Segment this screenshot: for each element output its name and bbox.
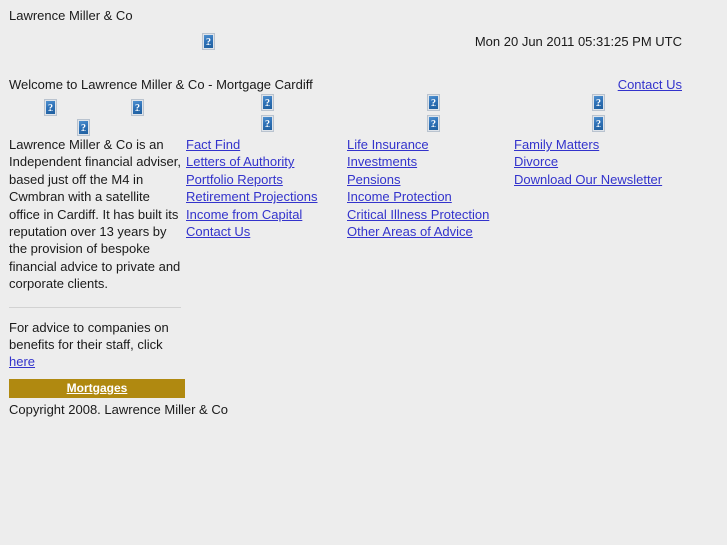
broken-image-inner: ? xyxy=(204,35,213,48)
broken-image-icon[interactable]: ? xyxy=(131,99,144,116)
contact-us-top-link[interactable]: Contact Us xyxy=(618,77,682,92)
broken-image-icon[interactable]: ? xyxy=(261,115,274,132)
broken-image-inner: ? xyxy=(594,96,603,109)
intro-column: Lawrence Miller & Co is an Independent f… xyxy=(9,136,185,371)
here-link[interactable]: here xyxy=(9,354,35,369)
broken-image-icon[interactable]: ? xyxy=(44,99,57,116)
copyright-text: Copyright 2008. Lawrence Miller & Co xyxy=(9,402,228,417)
nav-link-income-protection[interactable]: Income Protection xyxy=(347,188,489,205)
broken-image-inner: ? xyxy=(594,117,603,130)
nav-link-other-areas-of-advice[interactable]: Other Areas of Advice xyxy=(347,223,489,240)
nav-link-pensions[interactable]: Pensions xyxy=(347,171,489,188)
broken-image-icon[interactable]: ? xyxy=(592,94,605,111)
nav-link-fact-find[interactable]: Fact Find xyxy=(186,136,318,153)
nav-link-critical-illness-protection[interactable]: Critical Illness Protection xyxy=(347,206,489,223)
broken-image-base xyxy=(265,126,270,129)
intro-divider xyxy=(9,306,181,308)
nav-link-letters-of-authority[interactable]: Letters of Authority xyxy=(186,153,318,170)
broken-image-inner: ? xyxy=(133,101,142,114)
page-root: Lawrence Miller & Co ? Mon 20 Jun 2011 0… xyxy=(0,0,727,545)
broken-image-inner: ? xyxy=(429,96,438,109)
broken-image-inner: ? xyxy=(263,117,272,130)
broken-image-base xyxy=(135,110,140,113)
protection-column: Life Insurance Investments Pensions Income … xyxy=(347,136,489,240)
nav-link-contact-us[interactable]: Contact Us xyxy=(186,223,318,240)
broken-image-icon[interactable]: ? xyxy=(261,94,274,111)
services-column: Fact Find Letters of Authority Portfolio R… xyxy=(186,136,318,240)
nav-link-download-our-newsletter[interactable]: Download Our Newsletter xyxy=(514,171,662,188)
nav-link-portfolio-reports[interactable]: Portfolio Reports xyxy=(186,171,318,188)
nav-link-family-matters[interactable]: Family Matters xyxy=(514,136,662,153)
broken-image-icon[interactable]: ? xyxy=(427,115,440,132)
nav-link-divorce[interactable]: Divorce xyxy=(514,153,662,170)
intro-paragraph: Lawrence Miller & Co is an Independent f… xyxy=(9,137,182,292)
broken-image-inner: ? xyxy=(429,117,438,130)
site-title: Lawrence Miller & Co xyxy=(9,8,133,23)
mortgages-button-label: Mortgages xyxy=(66,381,128,395)
broken-image-base xyxy=(48,110,53,113)
page-title: Welcome to Lawrence Miller & Co - Mortga… xyxy=(9,77,313,92)
broken-image-inner: ? xyxy=(46,101,55,114)
broken-image-icon[interactable]: ? xyxy=(77,119,90,136)
broken-image-base xyxy=(81,130,86,133)
datestamp: Mon 20 Jun 2011 05:31:25 PM UTC xyxy=(474,34,682,49)
family-column: Family Matters Divorce Download Our Newsle… xyxy=(514,136,662,188)
nav-link-investments[interactable]: Investments xyxy=(347,153,489,170)
broken-image-inner: ? xyxy=(263,96,272,109)
broken-image-base xyxy=(431,105,436,108)
broken-image-base xyxy=(596,105,601,108)
broken-image-icon[interactable]: ? xyxy=(202,33,215,50)
broken-image-inner: ? xyxy=(79,121,88,134)
broken-image-base xyxy=(431,126,436,129)
broken-image-base xyxy=(265,105,270,108)
nav-link-life-insurance[interactable]: Life Insurance xyxy=(347,136,489,153)
advice-prefix-text: For advice to companies on benefits for … xyxy=(9,319,169,353)
mortgages-button[interactable]: Mortgages xyxy=(9,379,185,398)
broken-image-base xyxy=(596,126,601,129)
nav-link-retirement-projections[interactable]: Retirement Projections xyxy=(186,188,318,205)
broken-image-base xyxy=(206,44,211,47)
nav-link-income-from-capital[interactable]: Income from Capital xyxy=(186,206,318,223)
broken-image-icon[interactable]: ? xyxy=(592,115,605,132)
advice-paragraph: For advice to companies on benefits for … xyxy=(9,319,181,371)
broken-image-icon[interactable]: ? xyxy=(427,94,440,111)
